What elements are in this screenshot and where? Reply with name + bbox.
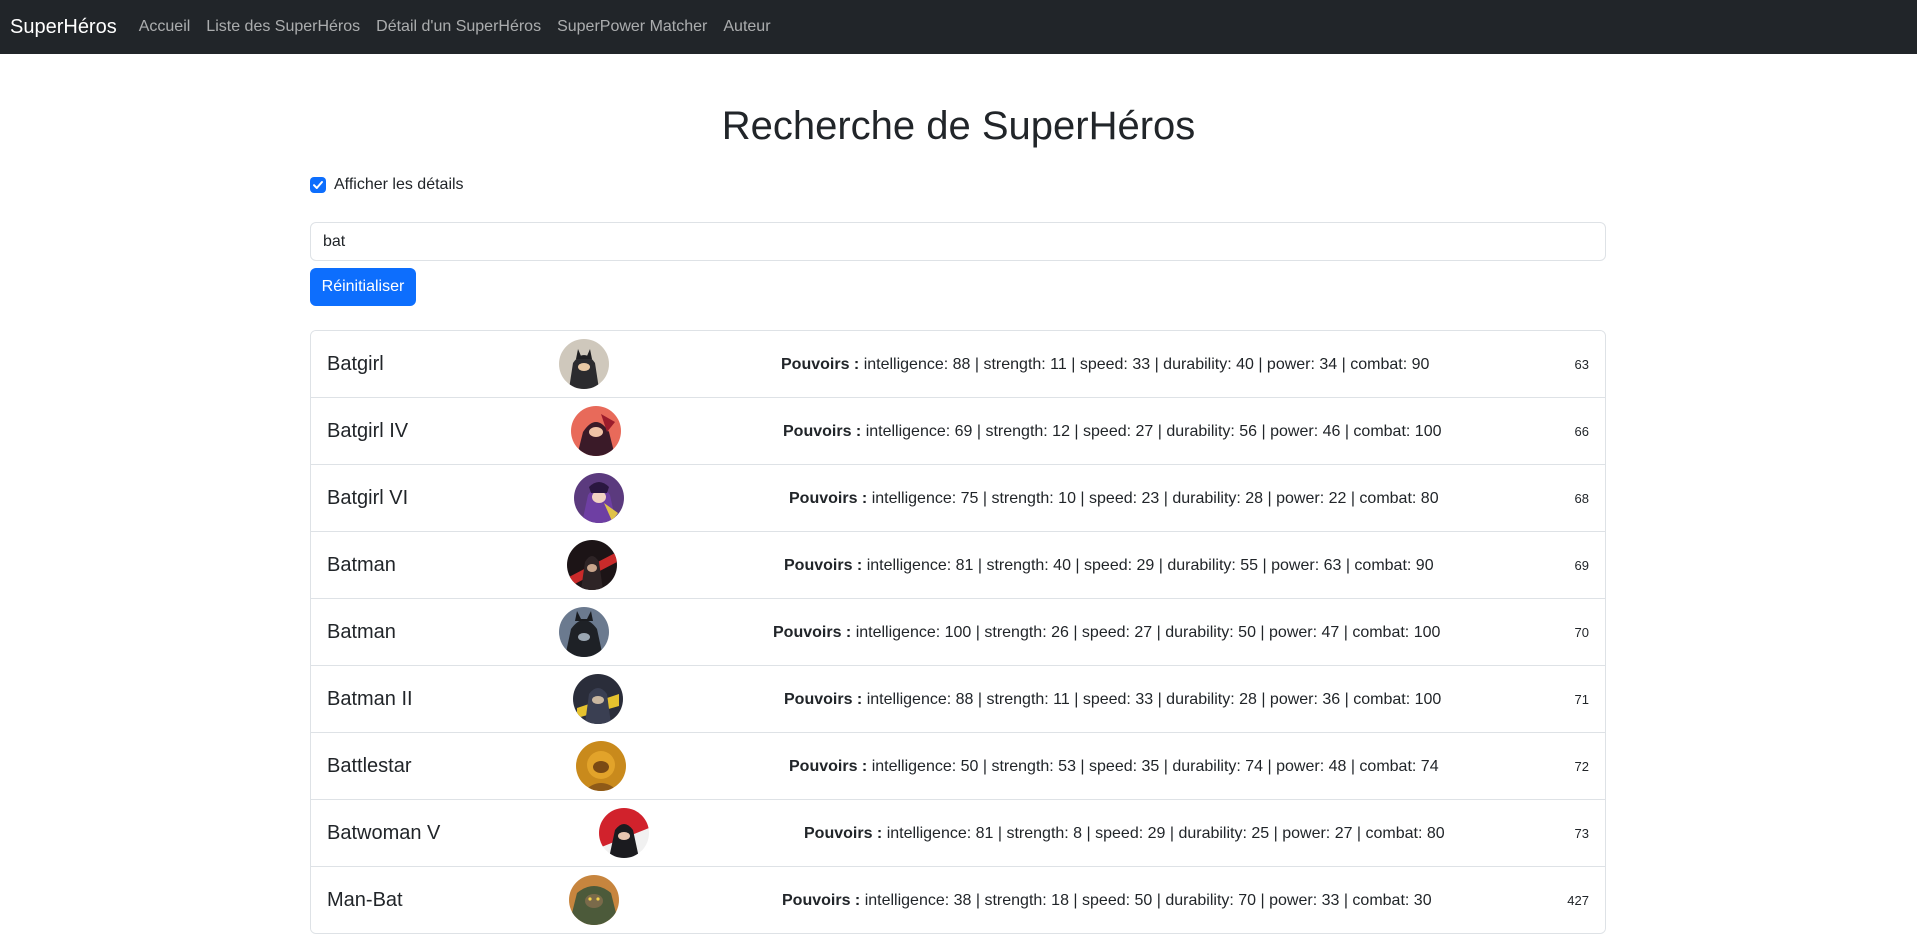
hero-id: 70 bbox=[1574, 625, 1589, 640]
reset-button[interactable]: Réinitialiser bbox=[310, 268, 416, 306]
hero-avatar bbox=[573, 674, 623, 724]
powers-values: intelligence: 88 | strength: 11 | speed:… bbox=[863, 356, 1430, 373]
hero-row[interactable]: Batgirl VI Pouvoirs : intelligence: 75 | … bbox=[311, 465, 1605, 532]
hero-powers: Pouvoirs : intelligence: 75 | strength: … bbox=[789, 465, 1439, 532]
hero-powers: Pouvoirs : intelligence: 69 | strength: … bbox=[783, 398, 1441, 465]
hero-row[interactable]: Batwoman V Pouvoirs : intelligence: 81 | … bbox=[311, 800, 1605, 867]
nav-link-detail[interactable]: Détail d'un SuperHéros bbox=[376, 18, 541, 36]
hero-id: 66 bbox=[1574, 424, 1589, 439]
hero-avatar bbox=[599, 808, 649, 858]
hero-avatar bbox=[567, 540, 617, 590]
hero-powers: Pouvoirs : intelligence: 81 | strength: … bbox=[804, 800, 1445, 867]
hero-powers: Pouvoirs : intelligence: 100 | strength:… bbox=[773, 599, 1440, 666]
nav-link-liste[interactable]: Liste des SuperHéros bbox=[206, 18, 360, 36]
powers-label: Pouvoirs : bbox=[773, 624, 852, 641]
powers-label: Pouvoirs : bbox=[789, 758, 868, 775]
powers-values: intelligence: 88 | strength: 11 | speed:… bbox=[866, 691, 1442, 708]
hero-row[interactable]: Batman Pouvoirs : intelligence: 81 | stre… bbox=[311, 532, 1605, 599]
powers-values: intelligence: 100 | strength: 26 | speed… bbox=[855, 624, 1441, 641]
hero-row[interactable]: Batgirl IV Pouvoirs : intelligence: 69 | … bbox=[311, 398, 1605, 465]
powers-label: Pouvoirs : bbox=[782, 892, 861, 909]
hero-name: Batgirl bbox=[327, 353, 384, 375]
powers-values: intelligence: 81 | strength: 40 | speed:… bbox=[866, 557, 1434, 574]
powers-label: Pouvoirs : bbox=[789, 490, 868, 507]
hero-avatar bbox=[574, 473, 624, 523]
powers-values: intelligence: 38 | strength: 18 | speed:… bbox=[864, 892, 1432, 909]
hero-id: 71 bbox=[1574, 692, 1589, 707]
powers-label: Pouvoirs : bbox=[783, 423, 862, 440]
details-toggle[interactable]: Afficher les détails bbox=[310, 176, 464, 194]
hero-id: 73 bbox=[1574, 826, 1589, 841]
hero-row[interactable]: Batman II Pouvoirs : intelligence: 88 | s… bbox=[311, 666, 1605, 733]
hero-id: 63 bbox=[1574, 357, 1589, 372]
hero-powers: Pouvoirs : intelligence: 88 | strength: … bbox=[784, 666, 1441, 733]
hero-powers: Pouvoirs : intelligence: 38 | strength: … bbox=[782, 867, 1432, 933]
powers-values: intelligence: 69 | strength: 12 | speed:… bbox=[865, 423, 1442, 440]
hero-avatar bbox=[571, 406, 621, 456]
hero-name: Batgirl VI bbox=[327, 487, 409, 509]
hero-name: Batman bbox=[327, 621, 396, 643]
hero-id: 69 bbox=[1574, 558, 1589, 573]
hero-row[interactable]: Batgirl Pouvoirs : intelligence: 88 | str… bbox=[311, 331, 1605, 398]
navbar-brand[interactable]: SuperHéros bbox=[10, 16, 117, 39]
hero-name: Batwoman V bbox=[327, 822, 441, 844]
details-checkbox-label: Afficher les détails bbox=[334, 176, 464, 193]
powers-label: Pouvoirs : bbox=[784, 557, 863, 574]
hero-row[interactable]: Man-Bat Pouvoirs : intelligence: 38 | str… bbox=[311, 867, 1605, 933]
hero-name: Man-Bat bbox=[327, 889, 403, 911]
nav-link-auteur[interactable]: Auteur bbox=[723, 18, 770, 36]
hero-avatar bbox=[576, 741, 626, 791]
hero-name: Batman bbox=[327, 554, 396, 576]
hero-powers: Pouvoirs : intelligence: 50 | strength: … bbox=[789, 733, 1439, 800]
details-checkbox[interactable] bbox=[310, 177, 326, 193]
hero-avatar bbox=[559, 339, 609, 389]
powers-label: Pouvoirs : bbox=[781, 356, 860, 373]
nav-link-accueil[interactable]: Accueil bbox=[139, 18, 191, 36]
powers-values: intelligence: 75 | strength: 10 | speed:… bbox=[871, 490, 1439, 507]
hero-id: 72 bbox=[1574, 759, 1589, 774]
hero-row[interactable]: Batman Pouvoirs : intelligence: 100 | str… bbox=[311, 599, 1605, 666]
hero-id: 427 bbox=[1567, 893, 1589, 908]
hero-powers: Pouvoirs : intelligence: 81 | strength: … bbox=[784, 532, 1434, 599]
hero-name: Batman II bbox=[327, 688, 413, 710]
powers-values: intelligence: 50 | strength: 53 | speed:… bbox=[871, 758, 1439, 775]
hero-powers: Pouvoirs : intelligence: 88 | strength: … bbox=[781, 331, 1429, 398]
hero-avatar bbox=[569, 875, 619, 925]
search-input[interactable] bbox=[310, 222, 1606, 261]
checkmark-icon bbox=[313, 181, 323, 189]
powers-label: Pouvoirs : bbox=[804, 825, 883, 842]
hero-avatar bbox=[559, 607, 609, 657]
navbar: SuperHéros Accueil Liste des SuperHéros … bbox=[0, 0, 1917, 54]
hero-id: 68 bbox=[1574, 491, 1589, 506]
hero-name: Batgirl IV bbox=[327, 420, 409, 442]
hero-row[interactable]: Battlestar Pouvoirs : intelligence: 50 | … bbox=[311, 733, 1605, 800]
powers-values: intelligence: 81 | strength: 8 | speed: … bbox=[886, 825, 1445, 842]
nav-link-matcher[interactable]: SuperPower Matcher bbox=[557, 18, 707, 36]
page-title: Recherche de SuperHéros bbox=[721, 104, 1196, 148]
powers-label: Pouvoirs : bbox=[784, 691, 863, 708]
hero-list: Batgirl Pouvoirs : intelligence: 88 | str… bbox=[310, 330, 1606, 934]
hero-name: Battlestar bbox=[327, 755, 412, 777]
